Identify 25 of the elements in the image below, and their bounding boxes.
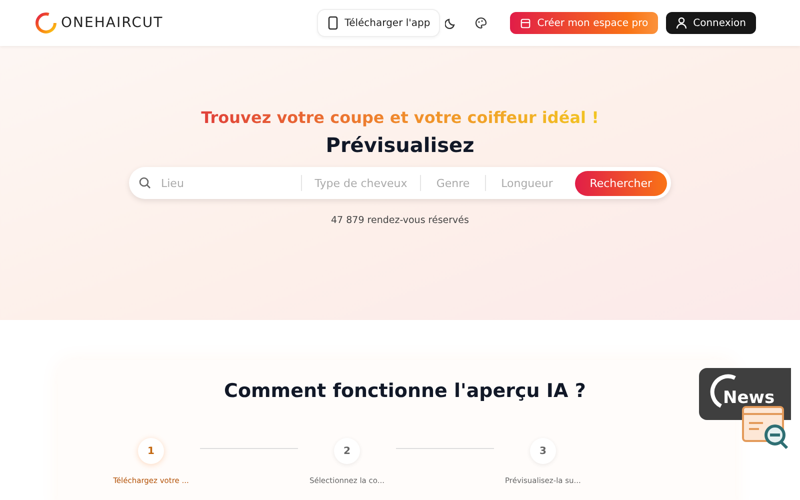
download-app-button[interactable]: Télécharger l'app	[316, 9, 440, 37]
logo-text[interactable]: ONEHAIRCUT	[61, 15, 164, 31]
section-title: Comment fonctionne l'aperçu IA ?	[224, 380, 586, 402]
moon-icon	[445, 17, 458, 29]
news-label: News	[723, 388, 775, 408]
palette-icon	[475, 17, 488, 29]
filter-field[interactable]: Genre	[421, 176, 485, 190]
login-button[interactable]: Connexion	[666, 12, 756, 34]
browser-search-icon	[741, 405, 791, 451]
step-number[interactable]: 2	[334, 438, 360, 464]
tagline: Trouvez votre coupe et votre coiffeur idéal !	[201, 108, 599, 127]
location-field[interactable]: Lieu	[159, 176, 293, 190]
search-icon	[139, 177, 151, 189]
create-pro-space-button[interactable]: Créer mon espace pro	[510, 12, 658, 34]
step-number[interactable]: 3	[530, 438, 556, 464]
filter-field[interactable]: Longueur	[486, 176, 568, 190]
search-button[interactable]: Rechercher	[574, 170, 667, 196]
logo-ring-icon	[34, 11, 58, 35]
user-icon	[676, 17, 688, 29]
store-icon	[520, 18, 532, 28]
step-number[interactable]: 1	[138, 438, 164, 464]
phone-icon	[326, 16, 339, 30]
filter-field[interactable]: Type de cheveux	[302, 176, 420, 190]
bookings-count: 47 879 rendez-vous réservés	[331, 215, 469, 226]
hero-title: Prévisualisez	[326, 133, 474, 157]
